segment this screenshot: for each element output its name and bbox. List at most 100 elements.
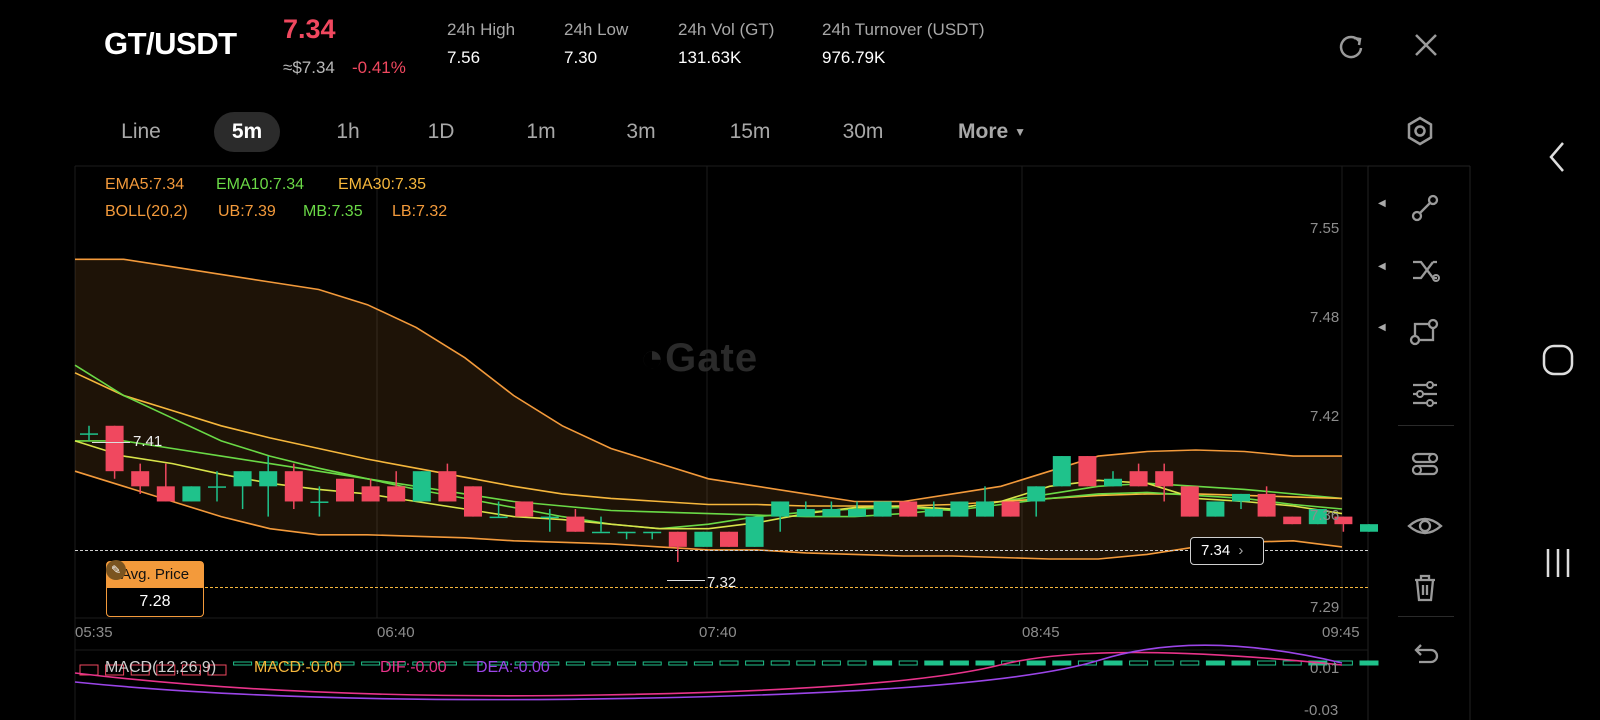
refresh-icon[interactable] xyxy=(1336,32,1366,62)
toolbar-divider xyxy=(1398,425,1454,426)
candle-body xyxy=(950,501,969,517)
expand-caret-icon[interactable]: ◀ xyxy=(1378,322,1386,333)
low-price-label: 7.32 xyxy=(707,574,737,591)
tab-1h[interactable]: 1h xyxy=(318,112,378,152)
ema10-legend: EMA10:7.34 xyxy=(216,176,305,193)
tab-more[interactable]: More ▼ xyxy=(950,112,1034,152)
boll-legend: BOLL(20,2) xyxy=(105,203,188,220)
macd-bar xyxy=(770,660,790,666)
expand-caret-icon[interactable]: ◀ xyxy=(1378,198,1386,209)
tab-30m[interactable]: 30m xyxy=(830,112,896,152)
candle-body xyxy=(924,509,943,517)
candle-body xyxy=(1232,493,1250,502)
candle-body xyxy=(1078,456,1097,487)
candle-body xyxy=(515,501,534,517)
link-tool-icon[interactable] xyxy=(1403,442,1447,486)
kline-chart[interactable] xyxy=(0,160,1600,720)
candle-body xyxy=(1206,501,1225,517)
macd-bar xyxy=(233,661,253,666)
tab-15m[interactable]: 15m xyxy=(718,112,782,152)
high-marker-line xyxy=(92,442,130,443)
candle-body xyxy=(822,509,841,517)
tab-5m[interactable]: 5m xyxy=(214,112,280,152)
current-price-value: 7.34 xyxy=(1201,542,1231,559)
candle-body xyxy=(1001,501,1020,517)
macd-value: MACD:-0.00 xyxy=(254,659,343,676)
undo-icon[interactable] xyxy=(1403,630,1447,674)
macd-dea: DEA:-0.00 xyxy=(476,659,550,676)
macd-bar xyxy=(975,660,995,666)
candle-body xyxy=(694,531,713,547)
tab-1d[interactable]: 1D xyxy=(411,112,471,152)
candle-body xyxy=(182,486,201,502)
x-tick: 06:40 xyxy=(377,624,415,641)
indicator-settings-icon[interactable] xyxy=(1403,372,1447,416)
current-price-tag[interactable]: 7.34 › xyxy=(1190,537,1264,565)
macd-bar xyxy=(1257,660,1277,666)
macd-bar xyxy=(642,661,662,666)
pair-title: GT/USDT xyxy=(104,26,237,61)
stat-value-low: 7.30 xyxy=(564,48,598,67)
macd-bar xyxy=(668,661,688,666)
boll-lb-legend: LB:7.32 xyxy=(392,203,448,220)
toolbar-divider xyxy=(1398,616,1454,617)
candle-body xyxy=(720,531,738,547)
stat-label-turnover: 24h Turnover (USDT) xyxy=(822,20,985,39)
macd-tick: 0.01 xyxy=(1310,660,1340,677)
candle-body xyxy=(1360,524,1378,532)
macd-bar xyxy=(1205,660,1225,666)
candle-body xyxy=(873,501,892,517)
candle-body xyxy=(131,471,150,487)
candle-body xyxy=(899,501,918,517)
eye-icon[interactable] xyxy=(1403,504,1447,548)
y-tick: 7.29 xyxy=(1310,599,1340,616)
candle-body xyxy=(387,486,406,502)
candle-body xyxy=(771,501,790,517)
candle-body xyxy=(848,509,866,517)
candle-body xyxy=(796,509,815,517)
macd-bar xyxy=(1129,660,1149,666)
trash-icon[interactable] xyxy=(1403,566,1447,610)
macd-bar xyxy=(949,660,969,666)
home-nav-icon[interactable] xyxy=(1540,342,1576,383)
macd-bar xyxy=(821,660,841,666)
macd-bar xyxy=(1180,660,1200,666)
y-tick: 7.42 xyxy=(1310,408,1340,425)
macd-bar xyxy=(1026,660,1046,666)
y-tick: 7.48 xyxy=(1310,309,1340,326)
candle-body xyxy=(1027,486,1046,502)
candle-body xyxy=(1257,493,1276,517)
candle-body xyxy=(668,531,687,547)
macd-bar xyxy=(565,661,585,666)
tab-line[interactable]: Line xyxy=(105,112,177,152)
candle-body xyxy=(540,516,559,519)
macd-bar xyxy=(1231,660,1251,666)
x-tick: 08:45 xyxy=(1022,624,1060,641)
close-icon[interactable] xyxy=(1411,30,1441,60)
stat-label-low: 24h Low xyxy=(564,20,629,39)
candle-body xyxy=(1155,471,1174,487)
stat-label-high: 24h High xyxy=(447,20,516,39)
recent-apps-nav-icon[interactable] xyxy=(1540,545,1576,586)
tab-1m[interactable]: 1m xyxy=(511,112,571,152)
chart-settings-icon[interactable] xyxy=(1403,114,1437,148)
candle-body xyxy=(259,471,278,487)
cross-lines-tool-icon[interactable] xyxy=(1403,248,1447,292)
candle-body xyxy=(489,516,508,519)
expand-caret-icon[interactable]: ◀ xyxy=(1378,261,1386,272)
avg-price-line xyxy=(200,587,1368,588)
back-nav-icon[interactable] xyxy=(1543,137,1573,182)
macd-bar xyxy=(924,660,944,666)
macd-bar xyxy=(898,660,918,666)
ema5-legend: EMA5:7.34 xyxy=(105,176,185,193)
candle-body xyxy=(1180,486,1199,517)
x-tick: 09:45 xyxy=(1322,624,1360,641)
tab-3m[interactable]: 3m xyxy=(611,112,671,152)
macd-bar xyxy=(617,661,637,666)
shape-tool-icon[interactable] xyxy=(1403,310,1447,354)
avg-price-badge-icon: ✎ xyxy=(106,560,126,580)
avg-price-value: 7.28 xyxy=(139,593,171,610)
candle-body xyxy=(361,486,380,502)
trend-line-tool-icon[interactable] xyxy=(1403,186,1447,230)
candle-body xyxy=(617,531,636,534)
